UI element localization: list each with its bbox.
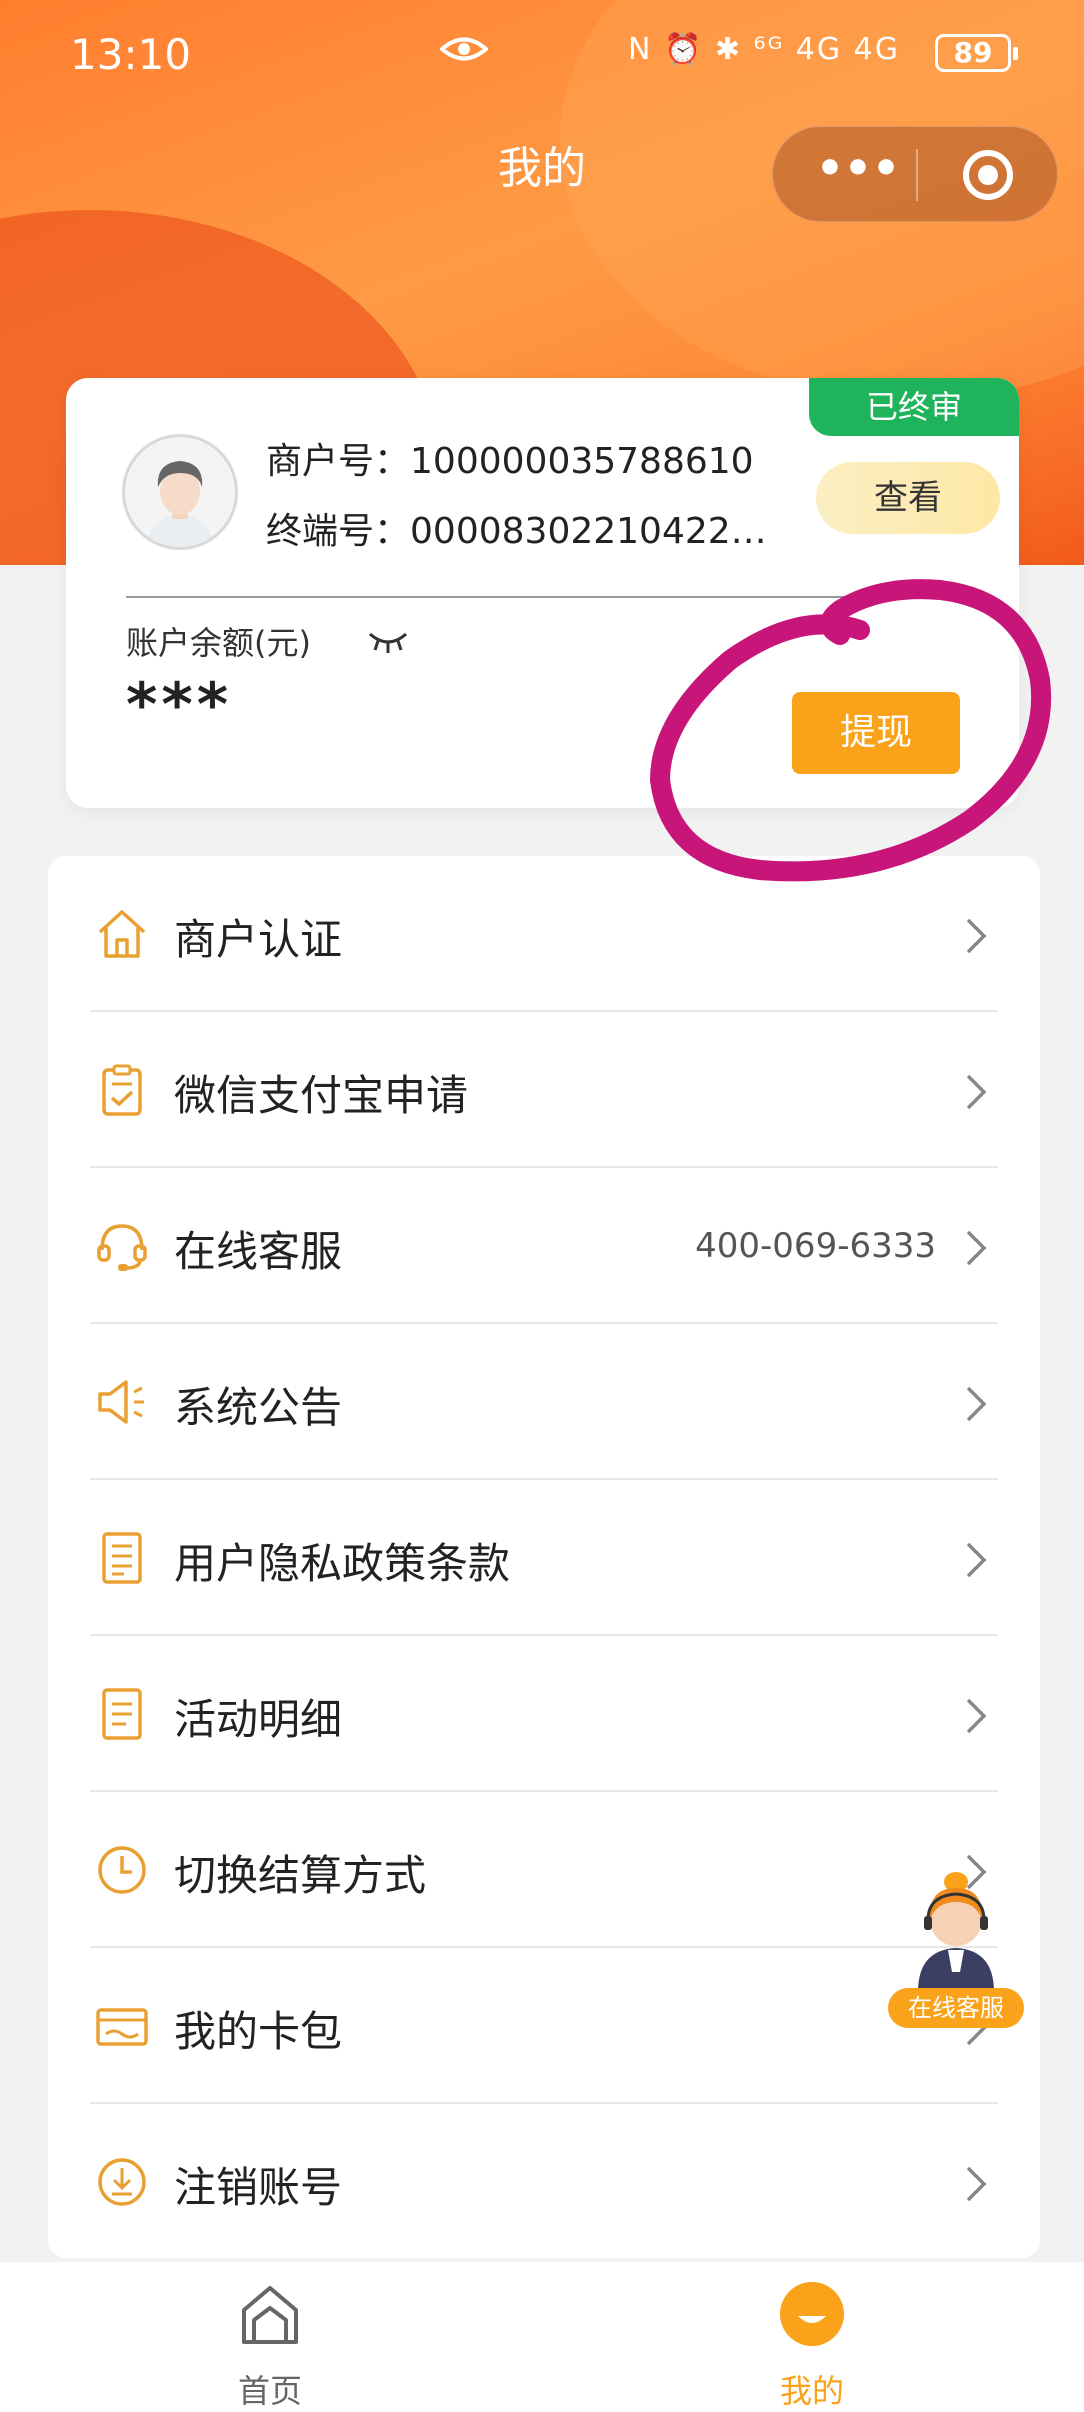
menu-item-label: 微信支付宝申请 (174, 1071, 469, 1120)
tab-mine-label: 我的 (779, 2372, 844, 2410)
document-icon (102, 1532, 142, 1584)
home-icon (98, 910, 146, 958)
smile-user-icon (780, 2282, 844, 2346)
menu-item-wechat-alipay[interactable]: 微信支付宝申请 (48, 1012, 1040, 1168)
tab-home[interactable]: 首页 (170, 2280, 370, 2410)
tab-home-label: 首页 (237, 2372, 302, 2410)
menu-list: 商户认证 微信支付宝申请 在线客服 400-069-6333 系统公告 用户隐私… (48, 856, 1040, 2258)
clock-icon (98, 1846, 146, 1894)
menu-item-label: 用户隐私政策条款 (174, 1539, 511, 1588)
balance-label: 账户余额(元) (126, 624, 311, 662)
menu-item-label: 在线客服 (174, 1227, 343, 1276)
menu-item-online-service[interactable]: 在线客服 400-069-6333 (48, 1168, 1040, 1324)
list-document-icon (102, 1688, 142, 1740)
merchant-number-label: 商户号： (266, 441, 411, 482)
menu-item-label: 活动明细 (174, 1695, 343, 1744)
more-dots-icon[interactable]: ••• (813, 147, 903, 199)
chevron-right-icon (966, 1074, 987, 1110)
menu-item-privacy-policy[interactable]: 用户隐私政策条款 (48, 1480, 1040, 1636)
menu-item-merchant-auth[interactable]: 商户认证 (48, 856, 1040, 1012)
headset-icon (97, 1224, 147, 1271)
tab-mine[interactable]: 我的 (712, 2280, 912, 2410)
target-circle-icon[interactable] (963, 150, 1013, 200)
bottom-tab-bar: 首页 我的 (0, 2262, 1084, 2412)
customer-service-agent-icon (918, 1872, 994, 1992)
merchant-number-row: 商户号：100000035788610 (266, 432, 754, 484)
status-badge: 已终审 (809, 378, 1019, 436)
menu-item-label: 系统公告 (174, 1383, 343, 1432)
status-bar: 13:10 N ⏰ ✱ ⁶ᴳ 4G 4G 89 (0, 0, 1084, 115)
menu-item-cancel-account[interactable]: 注销账号 (48, 2104, 1040, 2260)
menu-item-label: 注销账号 (174, 2163, 343, 2212)
chevron-right-icon (966, 1230, 987, 1266)
power-down-icon (98, 2158, 146, 2206)
merchant-card: 已终审 商户号：100000035788610 终端号：000083022104… (66, 378, 1019, 808)
menu-item-label: 商户认证 (174, 915, 343, 964)
terminal-number-value: 00008302210422… (410, 511, 767, 552)
balance-value: *** (126, 670, 233, 740)
menu-item-label: 我的卡包 (174, 2007, 343, 2056)
status-icons: N ⏰ ✱ ⁶ᴳ 4G 4G (628, 32, 900, 67)
floating-service-button[interactable]: 在线客服 (888, 1868, 1024, 2028)
card-wallet-icon (96, 2008, 148, 2046)
merchant-number-value: 100000035788610 (410, 441, 754, 482)
avatar (122, 434, 238, 550)
home-icon (242, 2286, 298, 2344)
capsule-divider (916, 149, 918, 201)
service-phone: 400-069-6333 (695, 1226, 936, 1266)
chevron-right-icon (966, 1386, 987, 1422)
chevron-right-icon (966, 918, 987, 954)
terminal-number-label: 终端号： (266, 511, 411, 552)
floating-service-label: 在线客服 (888, 1988, 1024, 2028)
card-divider (126, 596, 959, 598)
speaker-icon (98, 1380, 144, 1424)
menu-item-activity-details[interactable]: 活动明细 (48, 1636, 1040, 1792)
chevron-right-icon (966, 1698, 987, 1734)
battery-indicator: 89 (935, 34, 1018, 72)
status-time: 13:10 (70, 30, 192, 79)
eye-closed-icon[interactable] (366, 626, 410, 656)
chevron-right-icon (966, 2166, 987, 2202)
clipboard-check-icon (102, 1064, 142, 1116)
person-icon (147, 461, 213, 547)
view-button[interactable]: 查看 (816, 462, 1000, 534)
terminal-number-row: 终端号：00008302210422… (266, 502, 786, 554)
menu-item-label: 切换结算方式 (174, 1851, 427, 1900)
eye-icon (440, 37, 488, 61)
withdraw-button[interactable]: 提现 (792, 692, 960, 774)
chevron-right-icon (966, 1542, 987, 1578)
menu-item-announcement[interactable]: 系统公告 (48, 1324, 1040, 1480)
mini-program-capsule: ••• (772, 126, 1058, 222)
